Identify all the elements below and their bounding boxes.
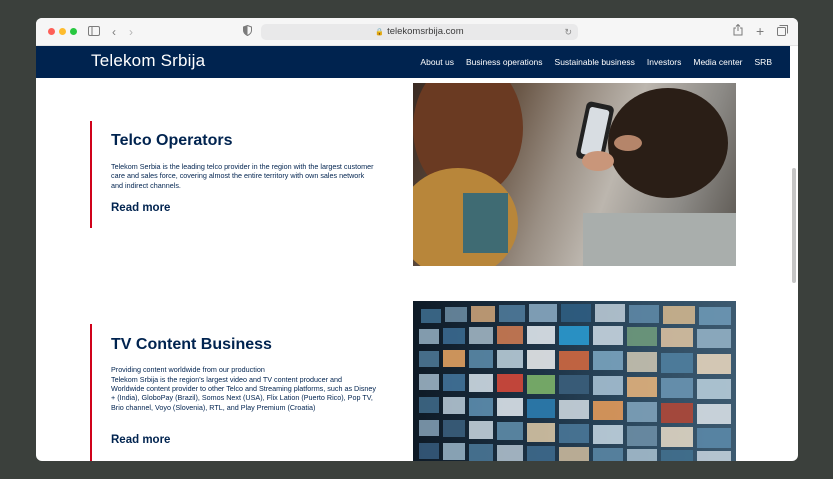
back-arrow-icon[interactable]: ‹ bbox=[112, 24, 116, 40]
section-accent-bar bbox=[90, 121, 92, 228]
site-header: Telekom Srbija About us Business operati… bbox=[36, 46, 790, 78]
section-description-tv: Telekom Srbija is the region's largest v… bbox=[111, 374, 377, 412]
tab-overview-icon[interactable] bbox=[777, 24, 788, 40]
lock-icon: 🔒 bbox=[375, 29, 385, 36]
read-more-link-telco[interactable]: Read more bbox=[111, 202, 170, 214]
url-text: telekomsrbija.com bbox=[387, 26, 464, 37]
main-nav: About us Business operations Sustainable… bbox=[420, 57, 772, 67]
site-logo[interactable]: Telekom Srbija bbox=[91, 51, 205, 71]
minimize-window-button[interactable] bbox=[59, 28, 66, 35]
nav-sustainable-business[interactable]: Sustainable business bbox=[555, 57, 635, 67]
forward-arrow-icon[interactable]: › bbox=[129, 24, 133, 40]
nav-language-srb[interactable]: SRB bbox=[755, 57, 772, 67]
privacy-shield-icon[interactable] bbox=[243, 24, 252, 40]
browser-toolbar: ‹ › 🔒 telekomsrbija.com ↻ + bbox=[36, 18, 798, 46]
share-icon[interactable] bbox=[733, 23, 743, 40]
section-accent-bar bbox=[90, 324, 92, 461]
reload-icon[interactable]: ↻ bbox=[564, 24, 572, 40]
section-title-tv: TV Content Business bbox=[111, 336, 272, 353]
nav-media-center[interactable]: Media center bbox=[693, 57, 742, 67]
browser-window: ‹ › 🔒 telekomsrbija.com ↻ + Telekom Srbij… bbox=[36, 18, 798, 461]
read-more-link-tv[interactable]: Read more bbox=[111, 434, 170, 446]
telco-couple-photo bbox=[413, 83, 736, 266]
tv-screens-wall-photo bbox=[413, 301, 736, 461]
new-tab-icon[interactable]: + bbox=[756, 23, 764, 39]
section-subtitle-tv: Providing content worldwide from our pro… bbox=[111, 365, 265, 374]
sidebar-toggle-icon[interactable] bbox=[88, 24, 100, 40]
close-window-button[interactable] bbox=[48, 28, 55, 35]
nav-investors[interactable]: Investors bbox=[647, 57, 682, 67]
section-description-telco: Telekom Serbia is the leading telco prov… bbox=[111, 162, 374, 190]
nav-about-us[interactable]: About us bbox=[420, 57, 454, 67]
address-bar[interactable]: 🔒 telekomsrbija.com ↻ bbox=[261, 24, 578, 40]
section-title-telco: Telco Operators bbox=[111, 132, 233, 149]
zoom-window-button[interactable] bbox=[70, 28, 77, 35]
page-scrollbar[interactable] bbox=[792, 168, 796, 283]
nav-business-operations[interactable]: Business operations bbox=[466, 57, 543, 67]
